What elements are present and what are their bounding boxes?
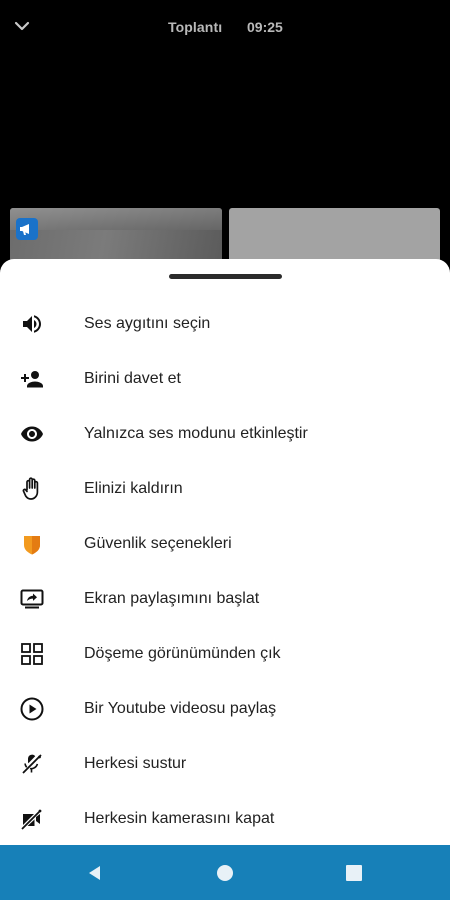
menu-item-label: Birini davet et xyxy=(84,369,181,387)
meeting-title: Toplantı xyxy=(168,19,223,35)
menu-item-tile-view[interactable]: Döşeme görünümünden çık xyxy=(0,626,450,681)
dominant-speaker-badge xyxy=(16,218,38,240)
menu-item-audio-device[interactable]: Ses aygıtını seçin xyxy=(0,296,450,351)
video-frame xyxy=(10,208,222,230)
menu-item-label: Ses aygıtını seçin xyxy=(84,314,211,332)
menu-item-label: Yalnızca ses modunu etkinleştir xyxy=(84,424,308,442)
menu-item-label: Döşeme görünümünden çık xyxy=(84,644,281,662)
recents-icon[interactable] xyxy=(341,860,367,886)
menu-item-raise-hand[interactable]: Elinizi kaldırın xyxy=(0,461,450,516)
eye-icon xyxy=(18,420,46,448)
menu-item-screen-share[interactable]: Ekran paylaşımını başlat xyxy=(0,571,450,626)
meeting-time: 09:25 xyxy=(247,19,283,35)
volume-icon xyxy=(18,310,46,338)
menu-item-security[interactable]: Güvenlik seçenekleri xyxy=(0,516,450,571)
home-icon[interactable] xyxy=(212,860,238,886)
tile-view-icon xyxy=(18,640,46,668)
shield-icon xyxy=(18,530,46,558)
system-nav-bar xyxy=(0,845,450,900)
menu-item-label: Ekran paylaşımını başlat xyxy=(84,589,260,607)
play-circle-icon xyxy=(18,695,46,723)
menu-item-mute-everyone[interactable]: Herkesi sustur xyxy=(0,736,450,791)
megaphone-icon xyxy=(20,224,29,235)
back-icon[interactable] xyxy=(82,860,108,886)
chevron-down-icon[interactable] xyxy=(12,16,32,36)
camera-off-icon xyxy=(18,805,46,833)
mic-off-icon xyxy=(18,750,46,778)
menu-item-label: Elinizi kaldırın xyxy=(84,479,183,497)
person-add-icon xyxy=(18,365,46,393)
sheet-drag-handle[interactable] xyxy=(169,274,282,279)
menu-item-audio-only[interactable]: Yalnızca ses modunu etkinleştir xyxy=(0,406,450,461)
meeting-top-bar: Toplantı 09:25 xyxy=(0,0,450,56)
menu-item-share-youtube[interactable]: Bir Youtube videosu paylaş xyxy=(0,681,450,736)
menu-item-camera-off-all[interactable]: Herkesin kamerasını kapat xyxy=(0,791,450,846)
screen-share-icon xyxy=(18,585,46,613)
overflow-menu-sheet: Ses aygıtını seçin Birini davet et Yalnı… xyxy=(0,259,450,845)
menu-item-invite[interactable]: Birini davet et xyxy=(0,351,450,406)
menu-item-label: Herkesin kamerasını kapat xyxy=(84,809,275,827)
raise-hand-icon xyxy=(18,475,46,503)
menu-item-label: Herkesi sustur xyxy=(84,754,187,772)
menu-item-label: Bir Youtube videosu paylaş xyxy=(84,699,277,717)
menu-item-label: Güvenlik seçenekleri xyxy=(84,534,232,552)
